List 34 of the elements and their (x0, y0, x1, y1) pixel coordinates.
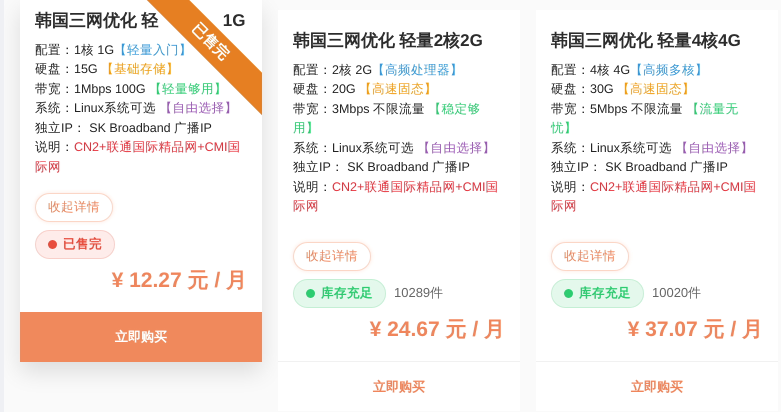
collapse-details-button[interactable]: 收起详情 (35, 193, 113, 222)
spec-line: 系统：Linux系统可选 【自由选择】 (293, 140, 496, 156)
plan-title: 韩国三网优化 轻量2核2G (293, 30, 483, 52)
buy-now-button[interactable]: 立即购买 (20, 312, 262, 362)
stock-status-badge: 库存充足 (551, 278, 644, 308)
price-label: ¥ 37.07 元 / 月 (626, 316, 763, 342)
price-label: ¥ 12.27 元 / 月 (110, 268, 247, 294)
plan-title: 韩国三网优化 轻 (35, 10, 159, 32)
spec-line: 配置：1核 1G【轻量入门】 (35, 42, 192, 58)
plan-title: 韩国三网优化 轻量4核4G (551, 30, 741, 52)
spec-line: 独立IP： SK Broadband 广播IP (35, 120, 212, 136)
stock-count: 10020件 (652, 284, 702, 302)
spec-line: 带宽：3Mbps 不限流量 【稳定够用】 (293, 100, 482, 137)
stock-status-badge: 库存充足 (293, 278, 386, 308)
spec-line: 配置：2核 2G【高频处理器】 (293, 62, 464, 78)
stock-status-badge: 已售完 (35, 230, 115, 258)
spec-line: 配置：4核 4G【高频多核】 (551, 62, 708, 78)
spec-line: 系统：Linux系统可选 【自由选择】 (35, 100, 238, 117)
spec-line: 独立IP： SK Broadband 广播IP (551, 159, 728, 176)
collapse-details-button[interactable]: 收起详情 (293, 242, 371, 271)
spec-line: 硬盘：20G 【高速固态】 (293, 81, 438, 98)
stock-count: 10289件 (394, 284, 444, 302)
plan-title: 1G (222, 10, 246, 32)
spec-line: 硬盘：30G 【高速固态】 (551, 81, 696, 98)
spec-line: 带宽：5Mbps 不限流量 【流量无忧】 (551, 100, 740, 137)
spec-line: 独立IP： SK Broadband 广播IP (293, 159, 470, 176)
description-line: 说明：CN2+联通国际精品网+CMI国际网 (35, 139, 242, 176)
collapse-details-button[interactable]: 收起详情 (551, 242, 629, 271)
spec-line: 系统：Linux系统可选 【自由选择】 (551, 140, 754, 156)
spec-line: 带宽：1Mbps 100G 【轻量够用】 (35, 80, 228, 98)
price-label: ¥ 24.67 元 / 月 (368, 316, 505, 342)
description-line: 说明：CN2+联通国际精品网+CMI国际网 (293, 178, 500, 215)
description-line: 说明：CN2+联通国际精品网+CMI国际网 (551, 178, 758, 215)
spec-line: 硬盘：15G 【基础存储】 (35, 61, 180, 78)
